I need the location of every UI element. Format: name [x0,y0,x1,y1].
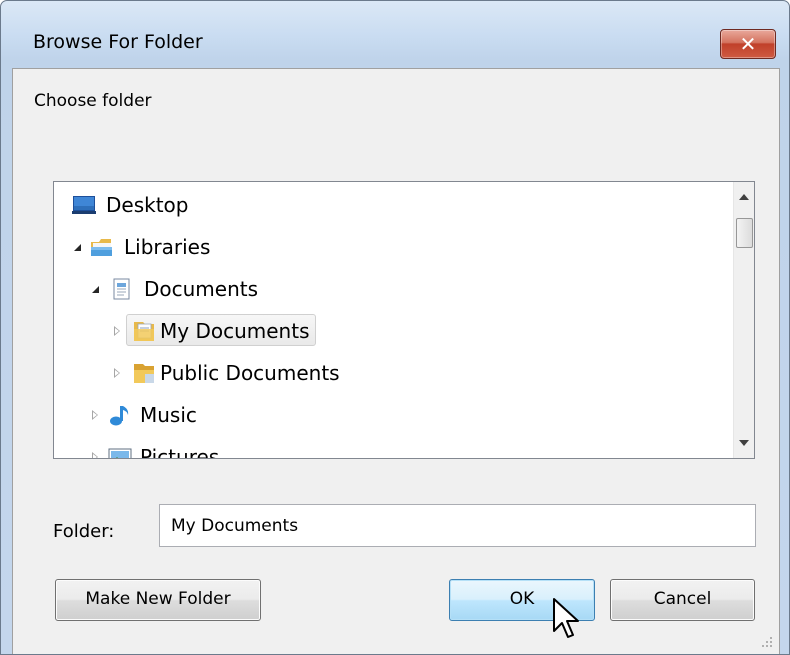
tree-item-label: Public Documents [160,361,340,385]
expand-arrow-icon[interactable] [92,410,98,420]
mouse-cursor-icon [553,598,579,638]
folder-tree[interactable]: Desktop Libraries Documents My Documents… [53,181,755,459]
expand-arrow-icon[interactable] [114,368,120,378]
scrollbar-thumb[interactable] [736,218,753,248]
tree-scrollbar[interactable] [733,182,754,458]
tree-item-label: Documents [144,277,259,301]
make-new-folder-button[interactable]: Make New Folder [55,579,261,621]
instruction-text: Choose folder [34,91,152,111]
scroll-down-arrow-icon[interactable] [739,440,749,446]
tree-item-label: Music [140,403,197,427]
scroll-up-arrow-icon[interactable] [739,194,749,200]
tree-item-label: Libraries [124,235,211,259]
dialog-client-area: Choose folder Desktop Libraries Document… [12,68,780,654]
close-icon: ✕ [739,32,757,56]
resize-grip-icon[interactable] [759,634,773,648]
tree-item-label: Pictures [140,445,220,459]
folder-documents-icon [134,322,154,341]
desktop-icon [72,196,96,214]
collapse-arrow-icon[interactable] [92,286,99,293]
libraries-icon [91,239,112,256]
window-title: Browse For Folder [33,31,203,53]
expand-arrow-icon[interactable] [114,326,120,336]
close-button[interactable]: ✕ [720,29,776,59]
documents-icon [113,278,130,300]
tree-item-label: My Documents [160,319,310,343]
collapse-arrow-icon[interactable] [74,244,81,251]
folder-public-icon [134,364,154,383]
pictures-icon [108,448,132,458]
folder-name-input[interactable] [159,504,756,547]
tree-item-label: Desktop [106,193,189,217]
cancel-button[interactable]: Cancel [610,579,755,621]
music-icon [110,406,129,426]
folder-label: Folder: [53,521,115,542]
expand-arrow-icon[interactable] [92,452,98,458]
